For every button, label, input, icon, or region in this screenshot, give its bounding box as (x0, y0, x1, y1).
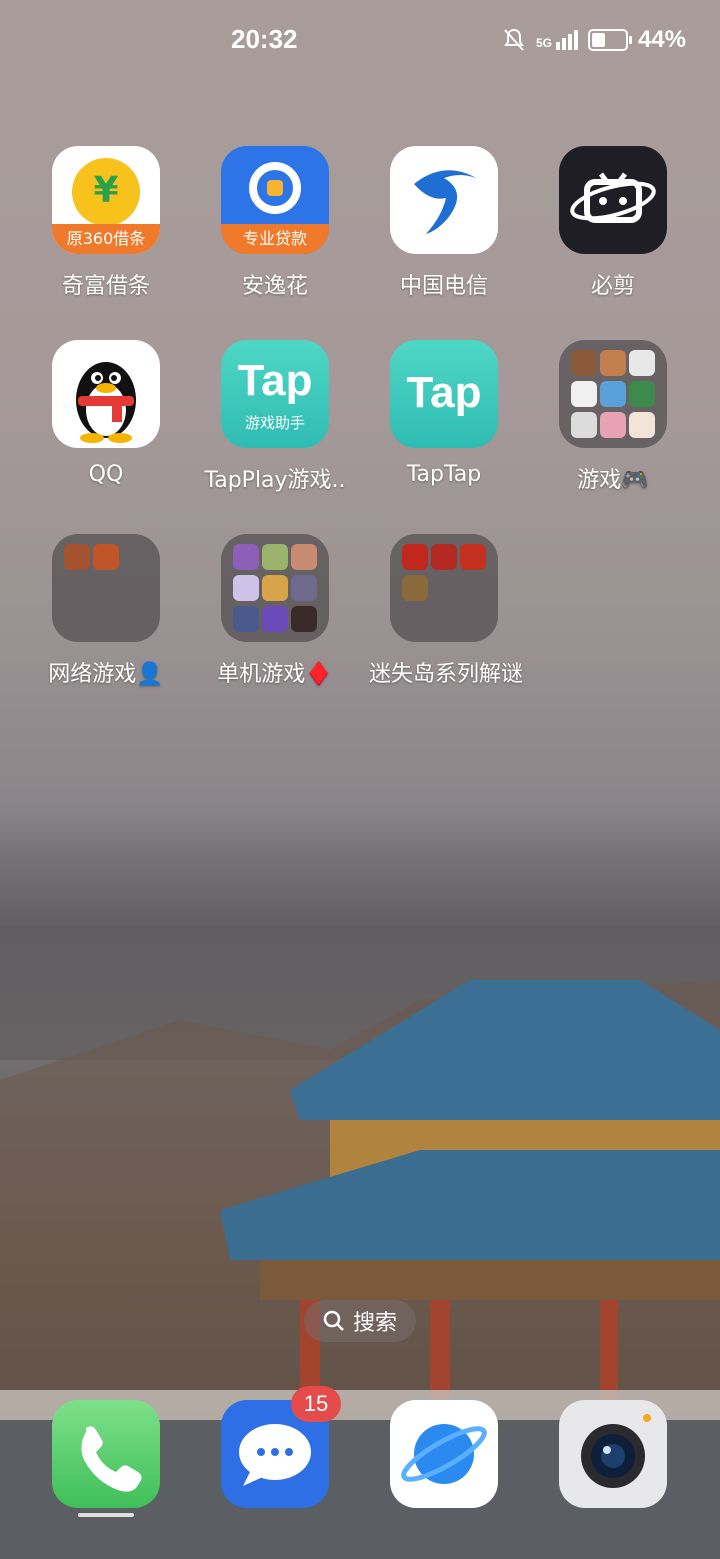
home-screen: 20:32 5G 44% ¥ 原360借条 奇富借条 专业贷款 安逸花 中国电信… (0, 0, 720, 1559)
game-thumb-icon (262, 544, 288, 570)
network-label: 5G (535, 36, 552, 50)
game-thumb-icon (262, 575, 288, 601)
game-thumb-icon (600, 412, 626, 438)
folder-icon (221, 534, 329, 642)
folder-single-player-games[interactable]: 单机游戏♦️ (200, 534, 350, 688)
icon-subtext: 游戏助手 (244, 414, 305, 432)
app-label: TapPlay游戏.. (204, 468, 346, 493)
app-tapplay[interactable]: Tap 游戏助手 TapPlay游戏.. (200, 340, 350, 494)
game-thumb-icon (233, 575, 259, 601)
clock: 20:32 (231, 24, 298, 54)
app-label: 必剪 (590, 274, 635, 299)
game-thumb-icon (571, 412, 597, 438)
folder-label: 游戏🎮 (577, 468, 649, 493)
game-thumb-icon (571, 381, 597, 407)
chat-bubble-icon: 15 (221, 1386, 341, 1508)
app-messages[interactable]: 15 (200, 1386, 350, 1508)
game-thumb-icon (460, 544, 486, 570)
game-thumb-icon (233, 544, 259, 570)
game-thumb-icon (402, 544, 428, 570)
app-label: 奇富借条 (61, 274, 150, 299)
app-bijian[interactable]: 必剪 (538, 146, 688, 300)
bijian-tv-logo-icon (559, 146, 667, 254)
phone-icon (52, 1400, 160, 1508)
planet-icon (390, 1400, 498, 1508)
app-label: TapTap (406, 462, 482, 487)
app-camera[interactable] (538, 1400, 688, 1508)
game-thumb-icon (629, 412, 655, 438)
game-thumb-icon (629, 350, 655, 376)
folder-icon (52, 534, 160, 642)
game-thumb-icon (571, 350, 597, 376)
game-thumb-icon (291, 606, 317, 632)
app-label: QQ (88, 462, 124, 487)
app-phone[interactable] (31, 1400, 181, 1508)
camera-icon (559, 1400, 667, 1508)
battery-icon (587, 29, 632, 51)
icon-text: Tap (406, 368, 482, 417)
game-thumb-icon (291, 544, 317, 570)
battery-percent: 44% (637, 26, 686, 53)
folder-online-games[interactable]: 网络游戏👤 (31, 534, 181, 688)
app-qifu-jietiao[interactable]: ¥ 原360借条 奇富借条 (31, 146, 181, 300)
app-label: 中国电信 (399, 274, 488, 299)
status-icons: 5G 44% (502, 26, 686, 54)
signal-icon: 5G (536, 30, 578, 50)
folder-icon (559, 340, 667, 448)
folder-lost-island-puzzles[interactable]: 迷失岛系列解谜 (369, 534, 524, 688)
app-qq[interactable]: QQ (31, 340, 181, 487)
yuan-coin-icon: ¥ 原360借条 (52, 146, 160, 254)
tapplay-logo-icon: Tap 游戏助手 (221, 340, 329, 448)
icon-caption: 原360借条 (52, 224, 160, 254)
folder-label: 网络游戏👤 (48, 662, 164, 687)
unread-badge: 15 (291, 1386, 341, 1422)
icon-caption: 专业贷款 (221, 224, 329, 254)
game-thumb-icon (291, 575, 317, 601)
game-thumb-icon (262, 606, 288, 632)
app-label: 安逸花 (241, 274, 308, 299)
game-thumb-icon (600, 350, 626, 376)
taptap-logo-icon: Tap (390, 340, 498, 448)
game-thumb-icon (629, 381, 655, 407)
icon-text: Tap (237, 356, 313, 405)
bell-muted-icon (504, 28, 524, 51)
china-telecom-logo-icon (390, 146, 498, 254)
app-anyihua[interactable]: 专业贷款 安逸花 (200, 146, 350, 300)
folder-games[interactable]: 游戏🎮 (538, 340, 688, 494)
app-taptap[interactable]: Tap TapTap (369, 340, 519, 487)
search-icon (323, 1310, 344, 1331)
penguin-icon (52, 340, 160, 448)
game-thumb-icon (402, 575, 428, 601)
app-china-telecom[interactable]: 中国电信 (369, 146, 519, 300)
game-thumb-icon (431, 544, 457, 570)
game-thumb-icon (64, 544, 90, 570)
game-thumb-icon (93, 544, 119, 570)
game-thumb-icon (233, 606, 259, 632)
folder-icon (390, 534, 498, 642)
home-indicator[interactable] (78, 1513, 134, 1517)
status-bar: 20:32 5G 44% (0, 24, 720, 58)
anyihua-logo-icon: 专业贷款 (221, 146, 329, 254)
folder-label: 迷失岛系列解谜 (369, 662, 524, 687)
search-button[interactable]: 搜索 (304, 1300, 416, 1342)
app-browser[interactable] (369, 1400, 519, 1508)
search-label: 搜索 (352, 1311, 397, 1336)
game-thumb-icon (600, 381, 626, 407)
folder-label: 单机游戏♦️ (217, 662, 333, 687)
